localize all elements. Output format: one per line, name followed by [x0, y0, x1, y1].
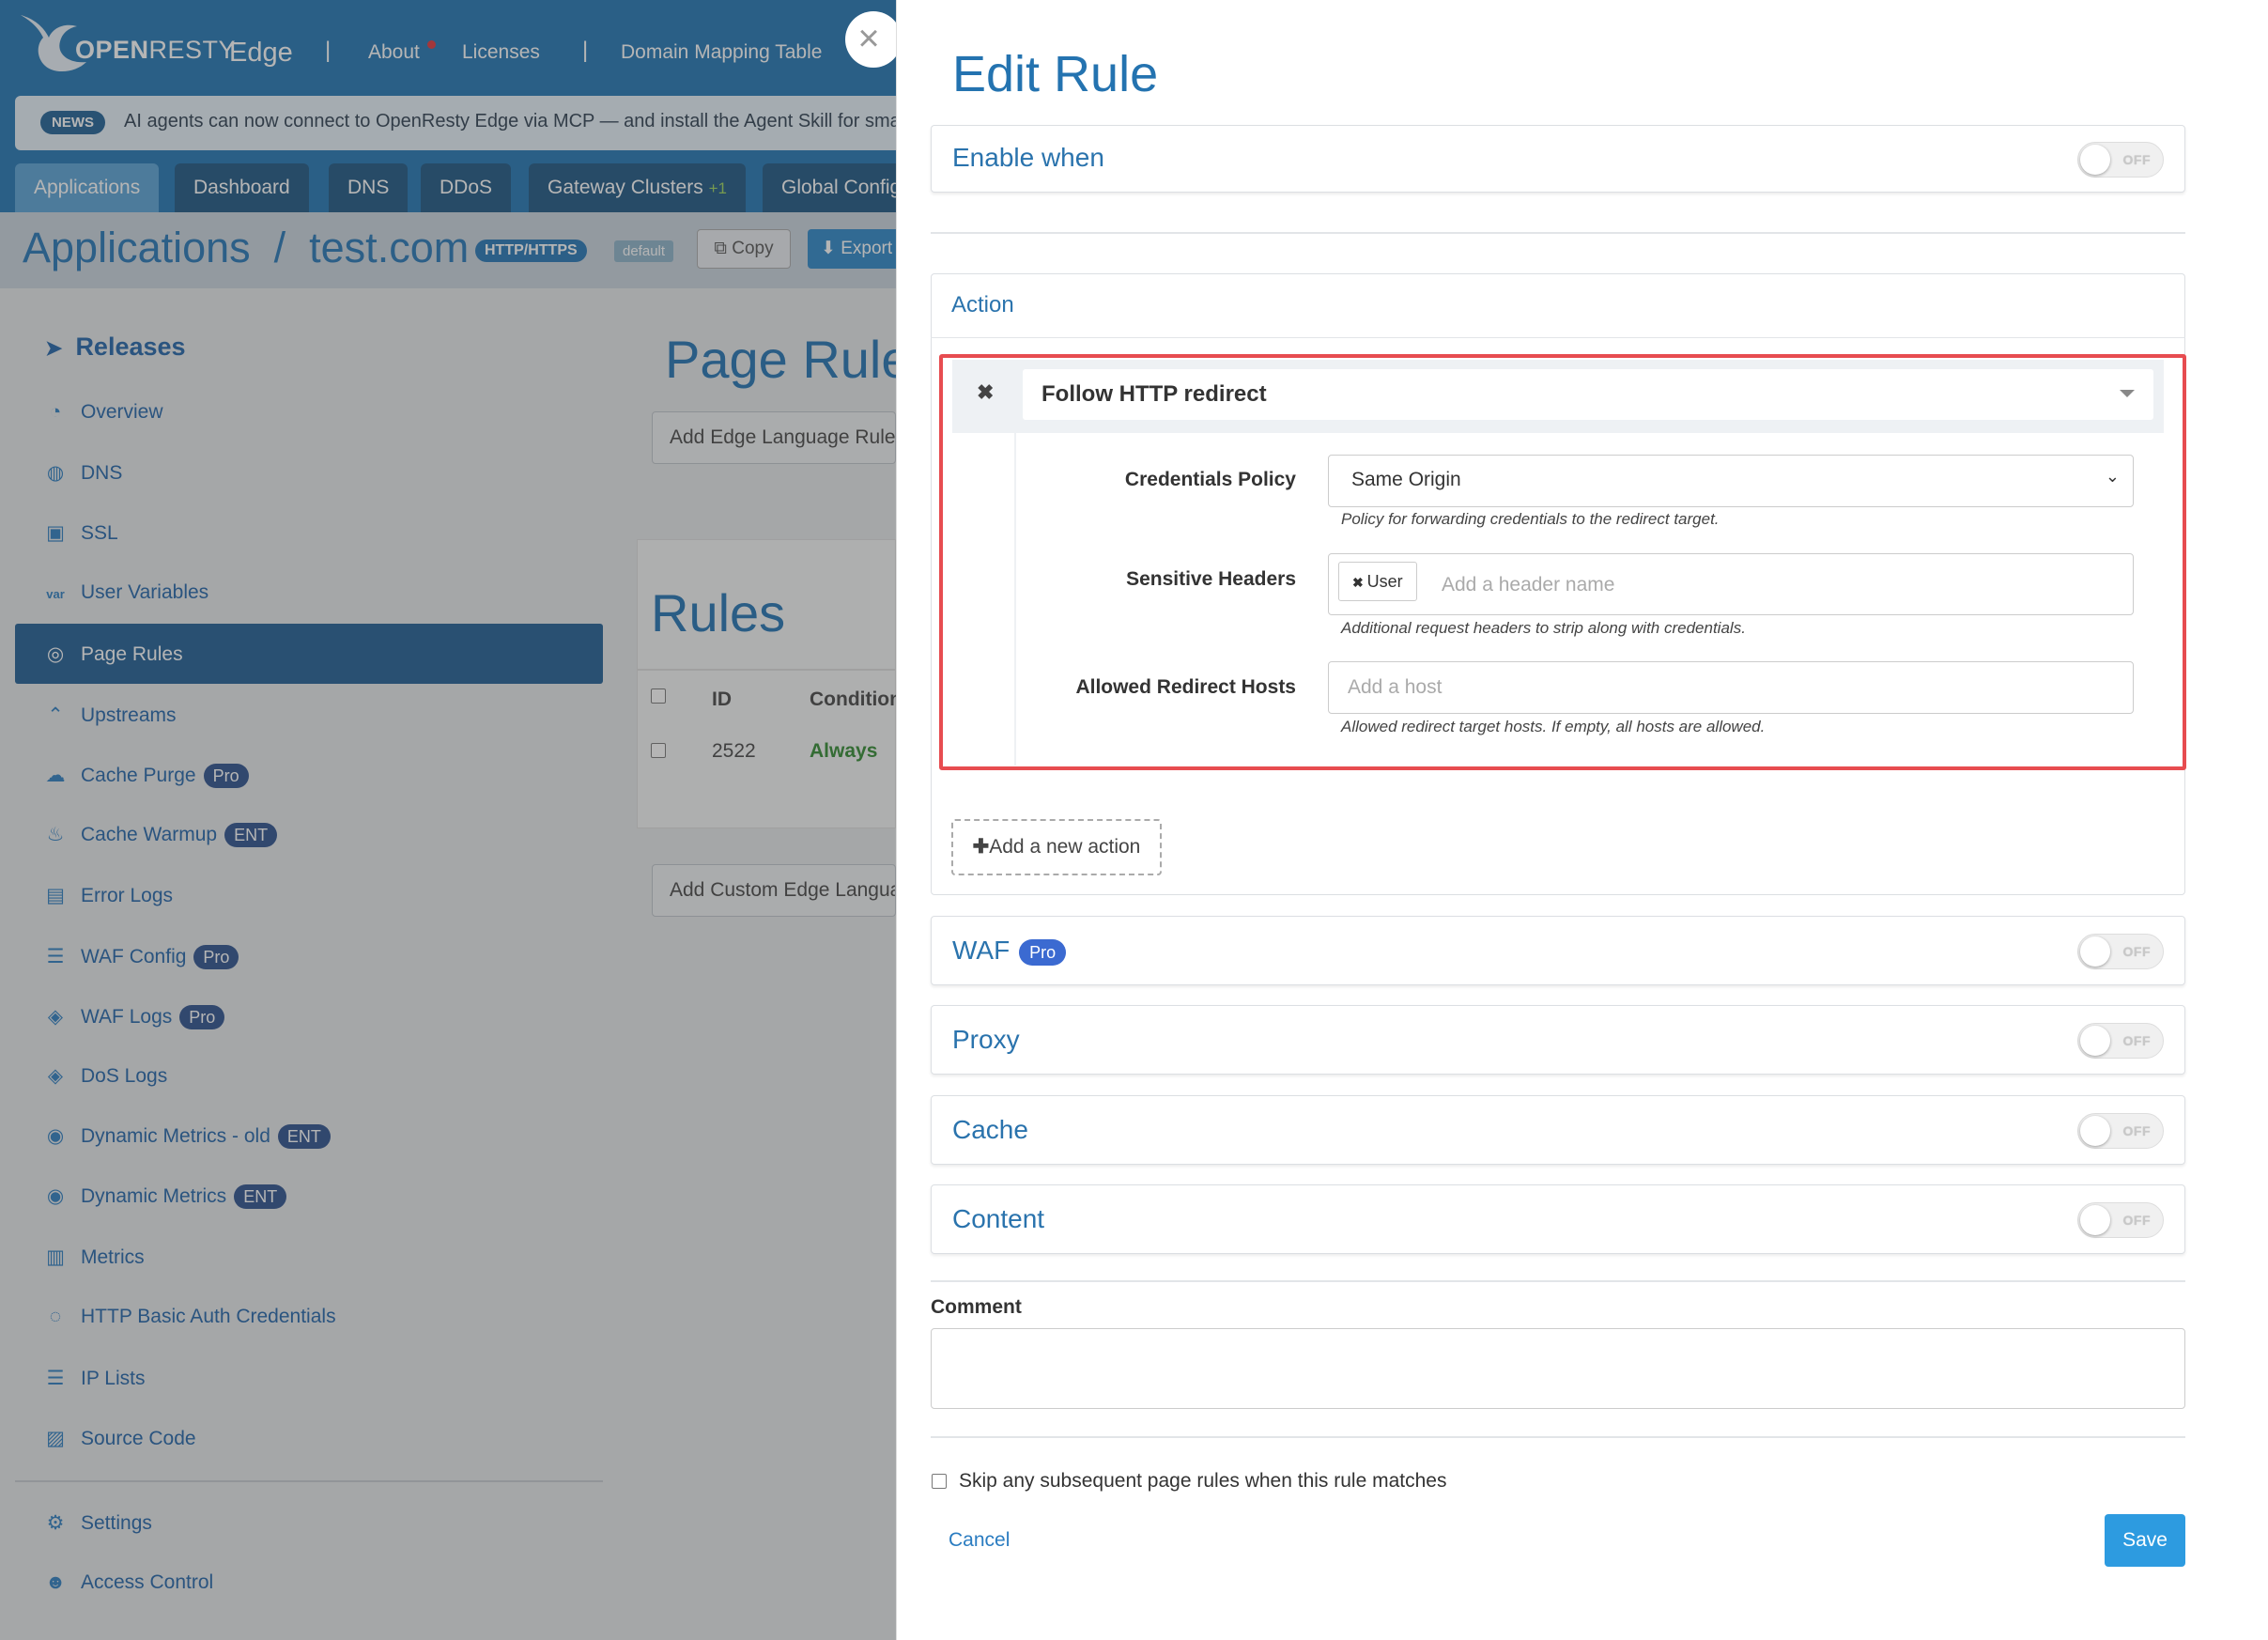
content-card: Content OFF — [931, 1184, 2185, 1254]
cache-title[interactable]: Cache — [952, 1115, 1028, 1145]
plus-icon: ✚ — [972, 836, 990, 858]
waf-title[interactable]: WAF Pro — [952, 936, 1067, 966]
close-drawer-button[interactable]: × — [845, 11, 902, 68]
toggle-off-label: OFF — [2122, 1123, 2151, 1138]
waf-toggle[interactable]: OFF — [2077, 934, 2164, 969]
enable-when-card: Enable when OFF — [931, 125, 2185, 193]
divider — [931, 1436, 2185, 1438]
add-new-action-label: Add a new action — [989, 836, 1141, 858]
add-new-action-button[interactable]: ✚Add a new action — [951, 819, 1162, 875]
divider — [931, 1280, 2185, 1282]
enable-when-title[interactable]: Enable when — [952, 143, 1104, 173]
skip-rules-label[interactable]: Skip any subsequent page rules when this… — [959, 1470, 1446, 1493]
save-button[interactable]: Save — [2105, 1514, 2185, 1567]
comment-textarea[interactable] — [931, 1328, 2185, 1409]
toggle-off-label: OFF — [2122, 1213, 2151, 1228]
toggle-off-label: OFF — [2122, 152, 2151, 167]
waf-pro-badge: Pro — [1019, 938, 1067, 966]
proxy-toggle[interactable]: OFF — [2077, 1023, 2164, 1059]
cancel-button[interactable]: Cancel — [949, 1529, 1010, 1552]
skip-rules-checkbox[interactable] — [932, 1474, 947, 1489]
comment-label: Comment — [931, 1296, 1022, 1318]
drawer-title: Edit Rule — [952, 46, 1159, 102]
cache-card: Cache OFF — [931, 1095, 2185, 1165]
cache-toggle[interactable]: OFF — [2077, 1113, 2164, 1149]
toggle-off-label: OFF — [2122, 1033, 2151, 1048]
highlight-box — [939, 354, 2186, 770]
waf-card: WAF Pro OFF — [931, 916, 2185, 985]
divider — [931, 232, 2185, 234]
proxy-card: Proxy OFF — [931, 1005, 2185, 1075]
close-icon: × — [857, 18, 880, 59]
waf-label: WAF — [952, 936, 1011, 965]
modal-backdrop[interactable] — [0, 0, 896, 1640]
content-toggle[interactable]: OFF — [2077, 1202, 2164, 1238]
toggle-off-label: OFF — [2122, 944, 2151, 959]
enable-when-toggle[interactable]: OFF — [2077, 142, 2164, 178]
content-title[interactable]: Content — [952, 1204, 1044, 1234]
action-title: Action — [951, 292, 1014, 317]
proxy-title[interactable]: Proxy — [952, 1025, 1020, 1055]
action-card-header: Action — [931, 273, 2185, 338]
